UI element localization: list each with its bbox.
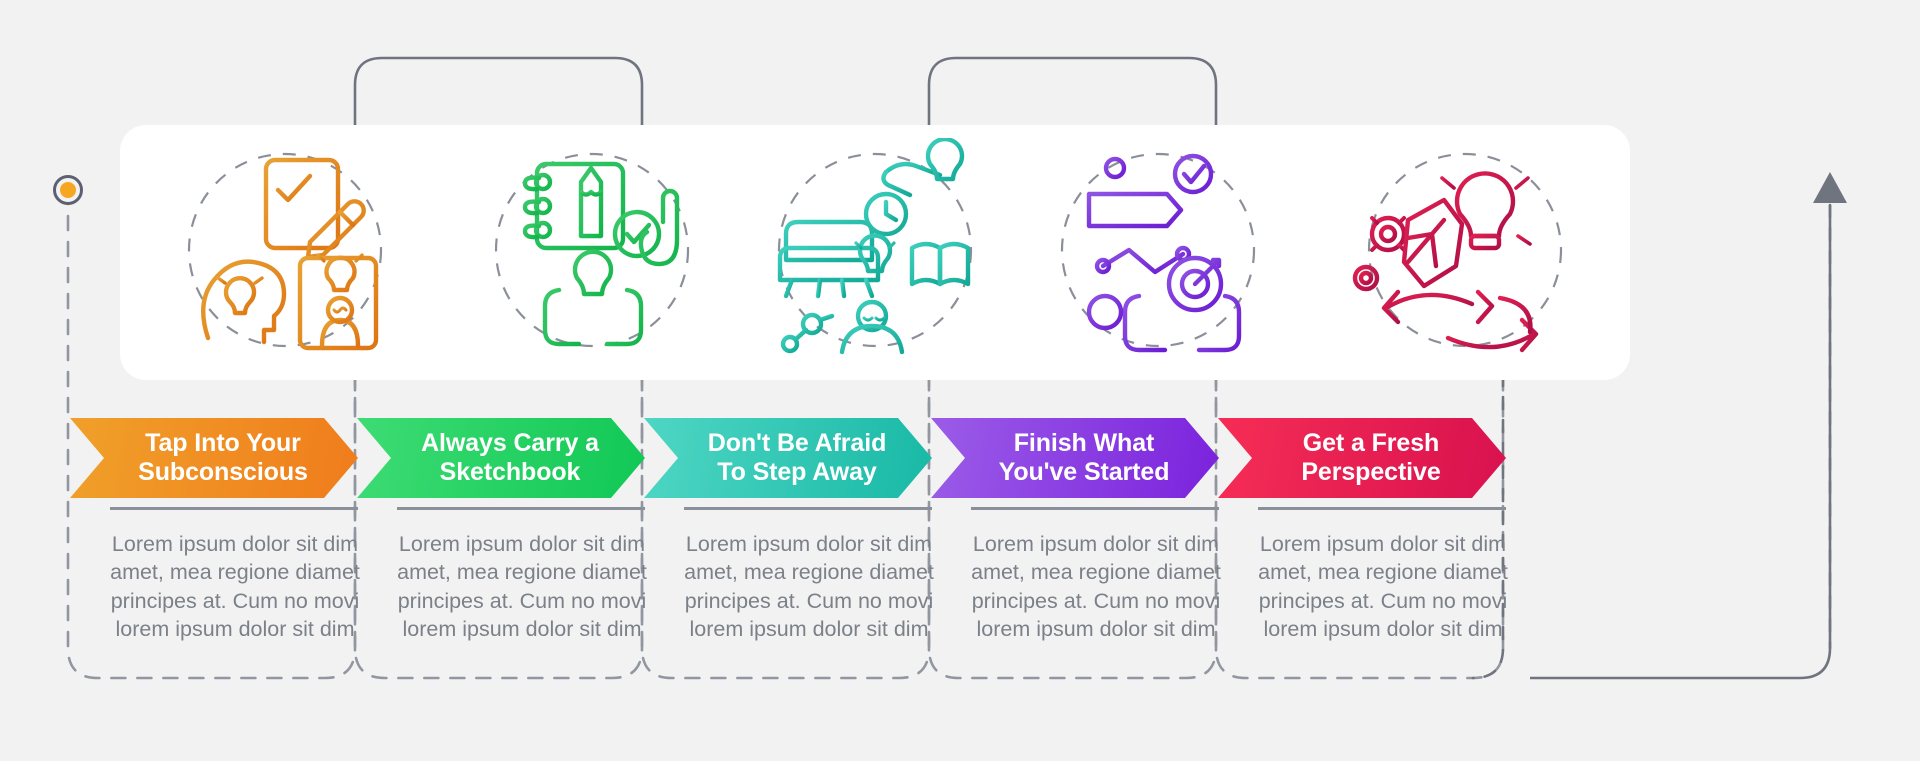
connector-dot-1 <box>53 175 83 205</box>
banner-rule-4 <box>971 507 1219 510</box>
step-body-2: Lorem ipsum dolor sit dim amet, mea regi… <box>397 532 647 642</box>
icon-card-1 <box>120 125 450 380</box>
icon-card-3 <box>733 125 1016 380</box>
step-banner-1[interactable]: Tap Into Your Subconscious <box>70 418 358 498</box>
banner-rule-1 <box>110 507 358 510</box>
step-banner-2[interactable]: Always Carry a Sketchbook <box>357 418 645 498</box>
step-title-1: Tap Into Your Subconscious <box>138 429 308 486</box>
step-body-3: Lorem ipsum dolor sit dim amet, mea regi… <box>684 532 934 642</box>
notebook-pencil-lightbulb-hands-icon <box>477 138 707 368</box>
step-body-5: Lorem ipsum dolor sit dim amet, mea regi… <box>1258 532 1508 642</box>
icon-card-2 <box>450 125 733 380</box>
step-banner-5[interactable]: Get a Fresh Perspective <box>1218 418 1506 498</box>
step-body-4: Lorem ipsum dolor sit dim amet, mea regi… <box>971 532 1221 642</box>
step-body-1: Lorem ipsum dolor sit dim amet, mea regi… <box>110 532 360 642</box>
gears-crumpled-paper-lightbulb-arrows-icon <box>1350 138 1580 368</box>
banner-rule-3 <box>684 507 932 510</box>
connector-decoration: .dash-rect{fill:none;stroke:#9296a0;stro… <box>53 56 1847 680</box>
sofa-clock-lightbulb-book-icon <box>760 137 990 368</box>
banner-rule-2 <box>397 507 645 510</box>
flag-target-hands-checkmark-icon <box>1043 138 1273 368</box>
step-title-4: Finish What You've Started <box>998 429 1170 486</box>
arrow-up-icon <box>1813 172 1847 203</box>
icon-card-4 <box>1016 125 1299 380</box>
infographic-canvas: .dash-rect{fill:none;stroke:#9296a0;stro… <box>0 0 1920 761</box>
step-title-3: Don't Be Afraid To Step Away <box>707 429 887 486</box>
step-title-2: Always Carry a Sketchbook <box>421 429 599 486</box>
step-banner-4[interactable]: Finish What You've Started <box>931 418 1219 498</box>
step-banner-3[interactable]: Don't Be Afraid To Step Away <box>644 418 932 498</box>
step-title-5: Get a Fresh Perspective <box>1301 429 1441 486</box>
banner-rule-5 <box>1258 507 1506 510</box>
icon-card-5 <box>1299 125 1630 380</box>
checklist-pencil-head-lightbulb-icon <box>170 138 400 368</box>
